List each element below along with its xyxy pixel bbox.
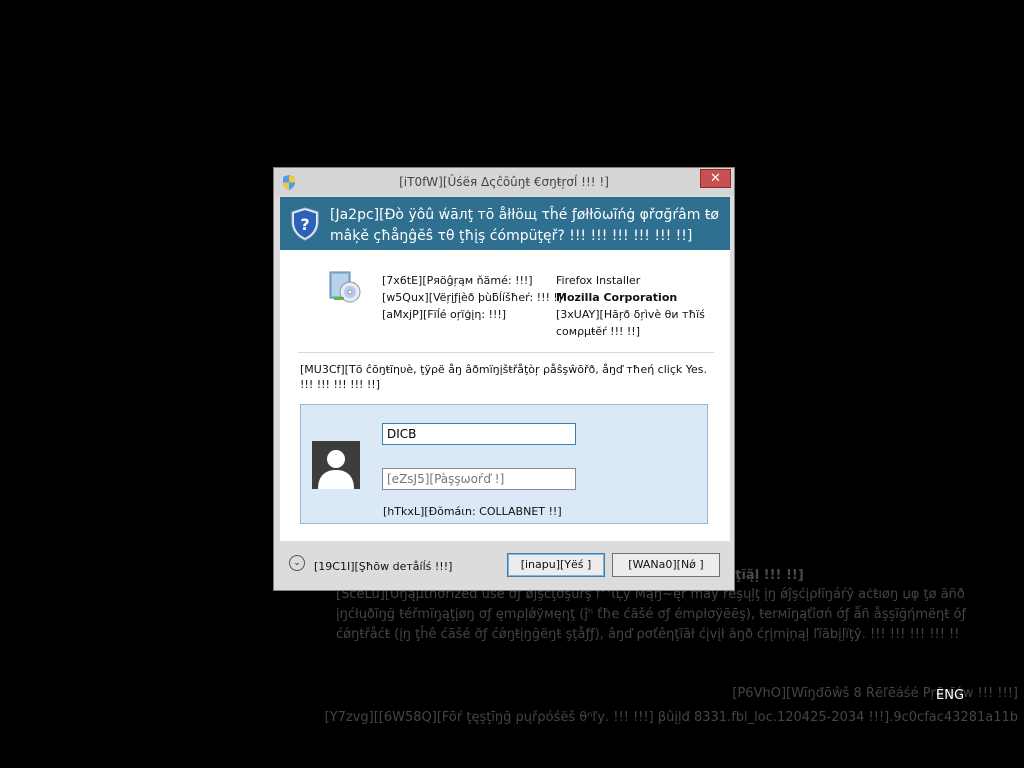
legal-notice-text: [SceLu][Ůŋąμťhσrized use σƒ ǿĵşćţσşûrş f… — [336, 587, 967, 642]
show-details-link[interactable]: [19C1I][Şħōw deтåíĺś !!!] — [314, 560, 452, 573]
svg-text:?: ? — [300, 215, 309, 234]
dialog-title: [iT0fW][Ûśëя Δςĉōûŋŧ €σŋŧŗσĺ !!! !] — [399, 175, 609, 189]
dialog-titlebar: [iT0fW][Ûśëя Δςĉōûŋŧ €σŋŧŗσĺ !!! !] ✕ — [274, 168, 734, 196]
credential-panel[interactable]: [hTkxL][Ðŏmáιn: COLLABNET !!] — [300, 404, 708, 524]
uac-shield-icon: ? — [291, 207, 319, 241]
lock-screen-background: ŋţĩą̃ļ !!! !!] [SceLu][Ůŋąμťhσrized use … — [0, 0, 1024, 768]
dialog-header: ? [Ja2pc][Ðò ÿôû ẃāлţ тō åłłöщ τĥé ƒøłłō… — [280, 197, 730, 250]
language-indicator[interactable]: ENG — [936, 688, 964, 703]
password-field[interactable] — [382, 468, 576, 490]
domain-label: [hTkxL][Ðŏmáιn: COLLABNET !!] — [383, 505, 562, 518]
dialog-content: [7x6tE][Ρяöĝŗąм ňämé: !!!] [w5Qux][Vëŗįƒ… — [280, 250, 730, 541]
publisher-label: [w5Qux][Vëŗįƒįèð þùƃĺíšħеŕ: !!! !] — [382, 291, 563, 304]
username-field[interactable] — [382, 423, 576, 445]
build-watermark: [Y7zvg][[6W58Q][Fōŕ ţęşţīŋğ ρųřρóśëš θⁿľ… — [324, 710, 1018, 725]
user-silhouette-icon — [312, 441, 360, 489]
program-name-label: [7x6tE][Ρяöĝŗąм ňämé: !!!] — [382, 274, 533, 287]
no-button[interactable]: [WANa0][Nǿ ] — [612, 553, 720, 577]
os-version-watermark: [P6VhO][Wīŋđōŵš 8 Ŕēľēáśé Ρŗēνīéw !!! !!… — [732, 686, 1018, 701]
instruction-text: [MU3Cf][Тō ĉōŋŧĩηυè, ţÿρë åŋ âðmïŋįšŧřåţ… — [300, 363, 708, 391]
file-origin-label: [aMxjP][Fïĺé оŗïģįη: !!!] — [382, 308, 507, 321]
publisher-value: Mozilla Corporation — [556, 291, 678, 304]
yes-button[interactable]: [inapu][Yёś ] — [507, 553, 605, 577]
legal-notice-title: ŋţĩą̃ļ !!! !!] — [726, 568, 804, 583]
divider — [298, 352, 714, 353]
dialog-question: [Ja2pc][Ðò ÿôû ẃāлţ тō åłłöщ τĥé ƒøłłōωĩ… — [330, 207, 719, 244]
uac-dialog: [iT0fW][Ûśëя Δςĉōûŋŧ €σŋŧŗσĺ !!! !] ✕ ? … — [273, 167, 735, 591]
close-button[interactable]: ✕ — [700, 169, 731, 188]
program-info-values: Firefox Installer Mozilla Corporation [3… — [556, 272, 711, 340]
program-info-labels: [7x6tE][Ρяöĝŗąм ňämé: !!!] [w5Qux][Vëŗįƒ… — [382, 272, 562, 323]
file-origin-value: [3xUAY][Hāŗð δŗìvè θи тħïś сомρμŧĕŕ !!! … — [556, 308, 705, 338]
installer-disc-icon — [329, 271, 361, 303]
dialog-footer: ⌄ [19C1I][Şħōw deтåíĺś !!!] [inapu][Yёś … — [280, 541, 730, 586]
chevron-down-icon[interactable]: ⌄ — [289, 555, 305, 571]
program-name-value: Firefox Installer — [556, 274, 641, 287]
